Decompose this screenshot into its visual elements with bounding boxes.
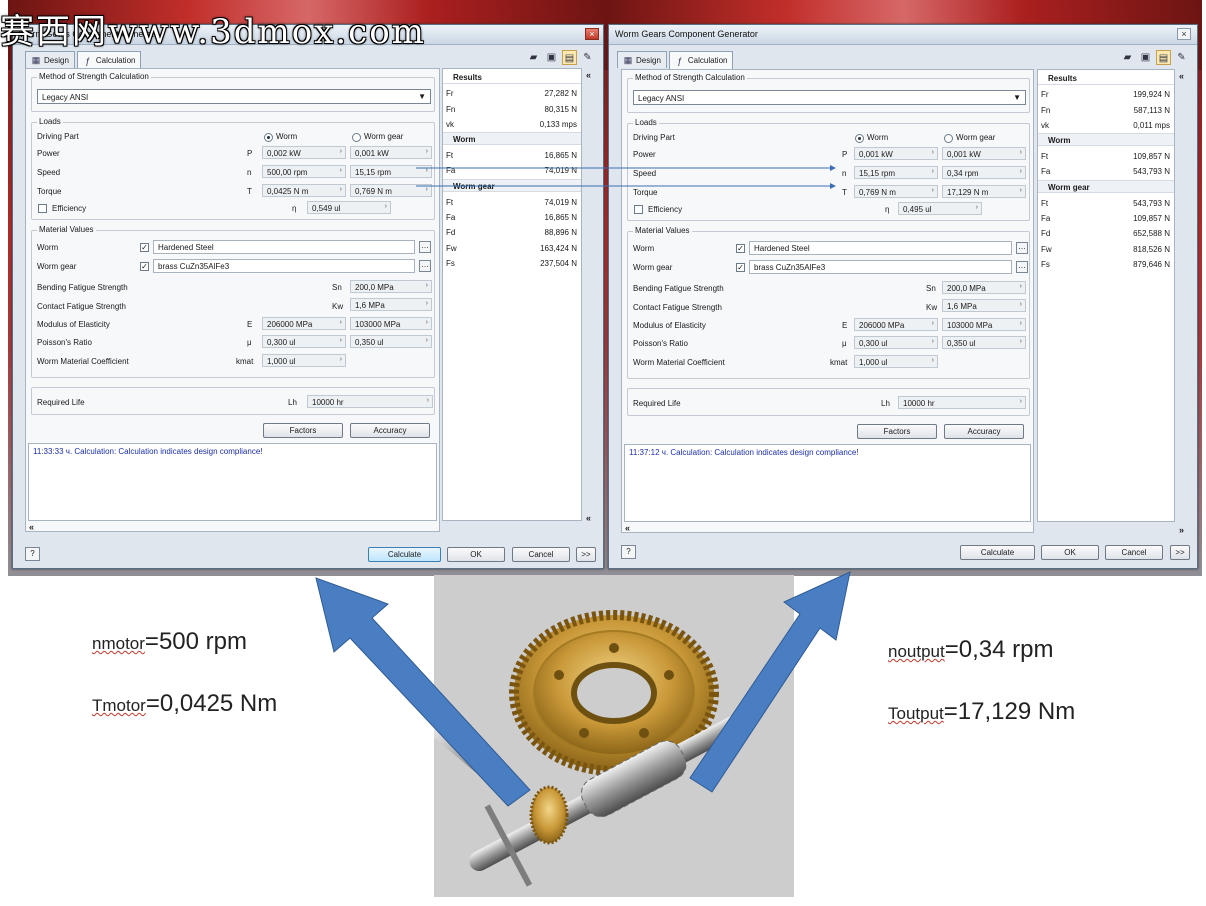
output-speed-label: noutput=0,34 rpm: [888, 636, 1054, 663]
motor-speed-label: nmotor=500 rpm: [92, 628, 247, 655]
motor-torque-label: Tmotor=0,0425 Nm: [92, 690, 278, 717]
arrow-up-right: [689, 571, 851, 793]
pointer-arrows: [315, 571, 851, 807]
output-torque-label: Toutput=17,129 Nm: [888, 698, 1076, 725]
arrow-up-left: [315, 577, 531, 807]
